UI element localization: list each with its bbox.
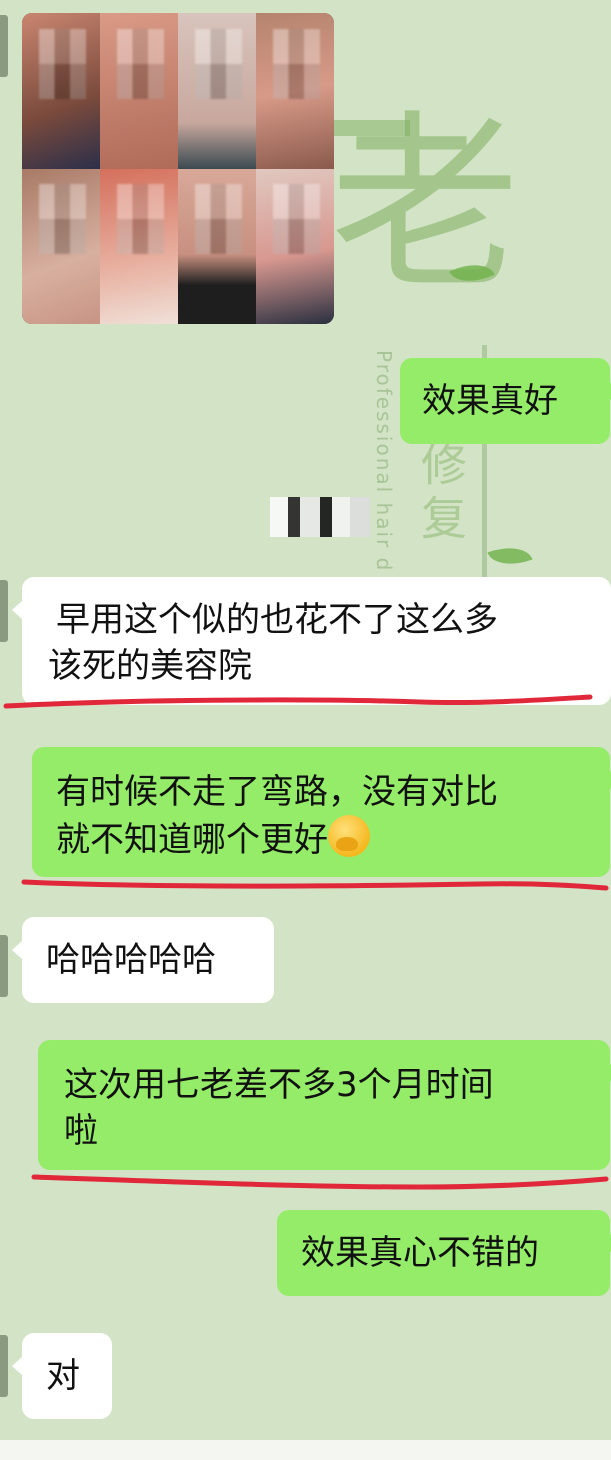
avatar[interactable] [0, 580, 8, 642]
avatar[interactable] [0, 935, 8, 997]
message-bubble-other[interactable]: 早用这个似的也花不了这么多 该死的美容院 [12, 577, 611, 705]
photo-thumb [256, 13, 334, 169]
avatar[interactable] [0, 15, 8, 77]
photo-thumb [22, 168, 100, 324]
watermark-text-cn: 修复 [414, 440, 468, 548]
message-bubble-self[interactable]: 效果真好 [400, 358, 611, 444]
avatar[interactable] [0, 1335, 8, 1397]
message-text-line: 该死的美容院 [48, 646, 252, 686]
message-text: 哈哈哈哈哈 [46, 940, 216, 980]
message-text-line: 有时候不走了弯路，没有对比 [56, 772, 498, 812]
message-text: 效果真心不错的 [301, 1233, 539, 1273]
watermark-text-en: Professional hair d [372, 350, 396, 573]
face-with-hand-over-mouth-icon [328, 815, 370, 857]
leaf-icon [449, 254, 495, 292]
photo-thumb [22, 13, 100, 169]
message-bubble-other[interactable]: 哈哈哈哈哈 [12, 917, 274, 1003]
message-text-line: 就不知道哪个更好 [56, 820, 328, 860]
watermark-bar [330, 120, 410, 136]
message-bubble-other[interactable]: 对 [12, 1333, 112, 1419]
message-bubble-self[interactable]: 效果真心不错的 [277, 1210, 611, 1296]
message-text-line: 早用这个似的也花不了这么多 [56, 600, 498, 640]
message-text-line-wrap: 就不知道哪个更好 [56, 815, 610, 863]
leaf-icon [487, 538, 533, 574]
photo-thumb [178, 168, 256, 324]
photo-thumb [256, 168, 334, 324]
watermark-char: 老 [330, 94, 521, 315]
image-message[interactable] [22, 13, 334, 324]
message-bubble-self[interactable]: 有时候不走了弯路，没有对比 就不知道哪个更好 [32, 747, 611, 877]
photo-thumb [178, 13, 256, 169]
message-bubble-self[interactable]: 这次用七老差不多3个月时间 啦 [38, 1040, 611, 1170]
input-bar-edge [0, 1440, 611, 1460]
message-text: 对 [46, 1356, 80, 1396]
photo-thumb [100, 13, 178, 169]
photo-thumb [100, 168, 178, 324]
redacted-timestamp [270, 497, 370, 537]
message-text-line: 这次用七老差不多3个月时间 [64, 1065, 494, 1105]
red-underline [31, 1174, 609, 1190]
message-text: 效果真好 [422, 381, 558, 421]
message-text-line: 啦 [64, 1111, 98, 1151]
